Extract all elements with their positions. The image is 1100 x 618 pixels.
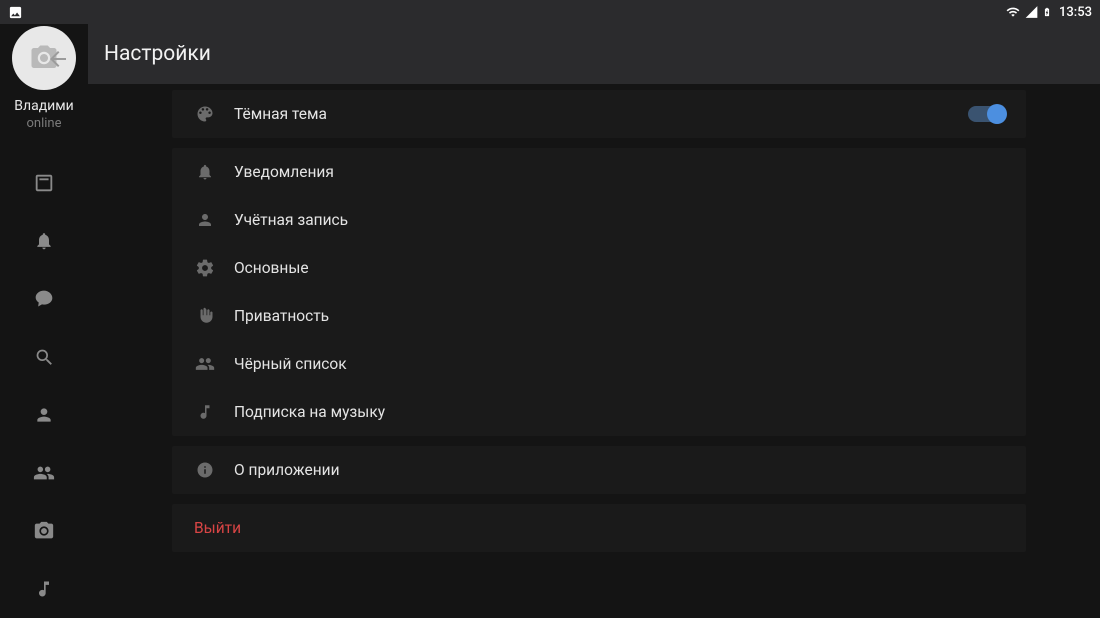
blacklist-label: Чёрный список — [234, 355, 347, 373]
panel-main: Уведомления Учётная запись Основные — [172, 148, 1026, 436]
notifications-label: Уведомления — [234, 163, 334, 181]
row-notifications[interactable]: Уведомления — [172, 148, 1026, 196]
row-music-sub[interactable]: Подписка на музыку — [172, 388, 1026, 436]
sidebar: Владими online — [0, 0, 88, 618]
account-label: Учётная запись — [234, 211, 348, 229]
row-logout[interactable]: Выйти — [172, 504, 1026, 552]
row-blacklist[interactable]: Чёрный список — [172, 340, 1026, 388]
main: Настройки Тёмная тема Уведо — [88, 0, 1100, 618]
page-title: Настройки — [104, 42, 211, 66]
music-sub-label: Подписка на музыку — [234, 403, 385, 421]
privacy-label: Приватность — [234, 307, 329, 325]
signal-icon — [1024, 5, 1039, 19]
nav-profile[interactable] — [32, 403, 56, 427]
nav-list — [32, 171, 56, 601]
panel-logout: Выйти — [172, 504, 1026, 552]
person-icon — [194, 209, 216, 231]
nav-feed[interactable] — [32, 171, 56, 195]
logout-label: Выйти — [194, 519, 241, 537]
nav-music[interactable] — [32, 577, 56, 601]
status-time: 13:53 — [1059, 5, 1092, 20]
gear-icon — [194, 257, 216, 279]
palette-icon — [194, 103, 216, 125]
back-button[interactable] — [46, 47, 70, 75]
wifi-icon — [1005, 5, 1021, 19]
row-about[interactable]: О приложении — [172, 446, 1026, 494]
music-icon — [194, 401, 216, 423]
general-label: Основные — [234, 259, 309, 277]
nav-messages[interactable] — [32, 287, 56, 311]
user-status: online — [27, 116, 62, 131]
about-label: О приложении — [234, 461, 340, 479]
bell-icon — [194, 161, 216, 183]
row-dark-theme[interactable]: Тёмная тема — [172, 90, 1026, 138]
row-privacy[interactable]: Приватность — [172, 292, 1026, 340]
dark-theme-toggle[interactable] — [968, 106, 1004, 122]
settings-content: Тёмная тема Уведомления Учётная запис — [88, 84, 1100, 618]
nav-search[interactable] — [32, 345, 56, 369]
row-general[interactable]: Основные — [172, 244, 1026, 292]
status-bar: 13:53 — [0, 0, 1100, 24]
dark-theme-label: Тёмная тема — [234, 105, 327, 123]
app-root: 13:53 Владими online — [0, 0, 1100, 618]
group-icon — [194, 353, 216, 375]
nav-camera[interactable] — [32, 519, 56, 543]
nav-notifications[interactable] — [32, 229, 56, 253]
battery-charging-icon — [1042, 4, 1052, 20]
info-icon — [194, 459, 216, 481]
screenshot-icon — [8, 5, 23, 20]
row-account[interactable]: Учётная запись — [172, 196, 1026, 244]
user-name: Владими — [14, 98, 73, 114]
nav-friends[interactable] — [32, 461, 56, 485]
panel-appearance: Тёмная тема — [172, 90, 1026, 138]
hand-icon — [194, 305, 216, 327]
panel-about: О приложении — [172, 446, 1026, 494]
